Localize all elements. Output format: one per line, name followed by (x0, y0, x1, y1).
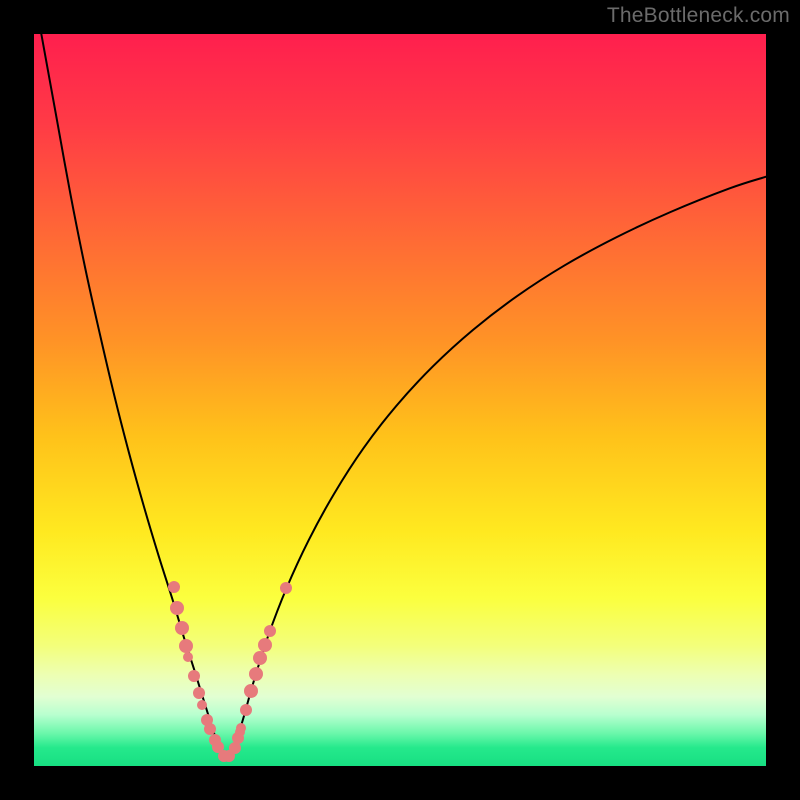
scatter-dot (197, 700, 207, 710)
scatter-dot (193, 687, 205, 699)
scatter-dot (253, 651, 267, 665)
scatter-dot (244, 684, 258, 698)
scatter-dot (183, 652, 193, 662)
scatter-dot (235, 727, 245, 737)
scatter-dot (175, 621, 189, 635)
scatter-dot (264, 625, 276, 637)
scatter-dot (170, 601, 184, 615)
scatter-dot (229, 742, 241, 754)
scatter-dot (258, 638, 272, 652)
watermark-text: TheBottleneck.com (607, 4, 790, 28)
scatter-dot (168, 581, 180, 593)
scatter-dot (240, 704, 252, 716)
curve-layer (34, 34, 766, 766)
scatter-dot (188, 670, 200, 682)
chart-stage: TheBottleneck.com (0, 0, 800, 800)
plot-area (34, 34, 766, 766)
scatter-dot (249, 667, 263, 681)
scatter-dot (179, 639, 193, 653)
scatter-dot (280, 582, 292, 594)
bottleneck-curve (41, 34, 766, 759)
